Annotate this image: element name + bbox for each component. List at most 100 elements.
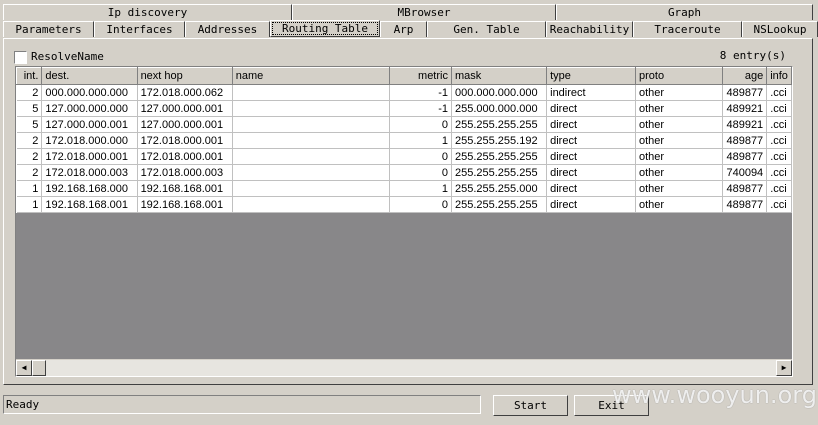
table-cell: 5 — [16, 100, 43, 117]
watermark: www.wooyun.org — [612, 381, 817, 409]
tab-mbrowser[interactable]: MBrowser — [292, 4, 556, 20]
table-cell: .cci — [766, 116, 792, 133]
table-cell: other — [635, 164, 724, 181]
table-cell — [232, 100, 390, 117]
column-header[interactable]: mask — [450, 67, 548, 85]
table-cell: 172.018.000.001 — [41, 148, 138, 165]
tab-parameters[interactable]: Parameters — [3, 21, 94, 37]
tab-ip-discovery[interactable]: Ip discovery — [3, 4, 292, 20]
table-cell: direct — [546, 180, 636, 197]
table-cell: 2 — [16, 164, 43, 181]
tab-interfaces[interactable]: Interfaces — [94, 21, 185, 37]
table-cell: indirect — [546, 84, 636, 101]
horizontal-scrollbar[interactable]: ◀ ▶ — [16, 359, 792, 376]
table-cell: 1 — [389, 180, 452, 197]
entry-count: 8 entry(s) — [719, 49, 786, 62]
table-row[interactable]: 1 192.168.168.000 192.168.168.001 1 255.255.… — [16, 180, 792, 197]
resolve-name-checkbox[interactable] — [14, 51, 27, 64]
table-cell: 172.018.000.003 — [137, 164, 233, 181]
table-cell: 5 — [16, 116, 43, 133]
table-cell: direct — [546, 148, 636, 165]
column-header[interactable]: type — [546, 67, 636, 85]
start-button[interactable]: Start — [493, 395, 568, 416]
table-cell: 127.000.000.001 — [41, 116, 138, 133]
column-header[interactable]: name — [231, 67, 390, 85]
column-header[interactable]: dest. — [41, 67, 138, 85]
table-cell: 172.018.000.000 — [41, 132, 138, 149]
resolve-name-label[interactable]: ResolveName — [31, 50, 104, 63]
tab-gen-table[interactable]: Gen. Table — [427, 21, 546, 37]
table-cell: 255.000.000.000 — [451, 100, 548, 117]
table-cell: 127.000.000.000 — [41, 100, 138, 117]
table-row[interactable]: 2 172.018.000.003 172.018.000.003 0 255.255.… — [16, 164, 792, 181]
table-cell: other — [635, 100, 724, 117]
table-cell: 489877 — [722, 196, 768, 213]
tab-nslookup[interactable]: NSLookup — [742, 21, 818, 37]
table-cell: 489877 — [722, 148, 768, 165]
table-cell: .cci — [766, 164, 792, 181]
tab-addresses[interactable]: Addresses — [185, 21, 270, 37]
table-cell: 255.255.255.255 — [451, 164, 548, 181]
table-cell: 2 — [16, 132, 43, 149]
table-cell: direct — [546, 196, 636, 213]
table-cell: 172.018.000.001 — [137, 148, 233, 165]
column-header[interactable]: metric — [388, 67, 452, 85]
routing-table-grid[interactable]: int. dest. next hop name metric mask type proto… — [15, 66, 793, 377]
table-cell: direct — [546, 164, 636, 181]
table-row[interactable]: 5 127.000.000.000 127.000.000.001 -1 255.000… — [16, 100, 792, 117]
table-cell: 0 — [389, 148, 452, 165]
scroll-thumb[interactable] — [32, 360, 46, 376]
table-cell — [232, 84, 390, 101]
table-cell: 255.255.255.255 — [451, 148, 548, 165]
table-cell: 489921 — [722, 116, 768, 133]
tab-traceroute[interactable]: Traceroute — [633, 21, 742, 37]
table-cell: 000.000.000.000 — [41, 84, 138, 101]
table-cell: .cci — [766, 180, 792, 197]
table-cell: 000.000.000.000 — [451, 84, 548, 101]
table-cell: other — [635, 196, 724, 213]
table-row[interactable]: 1 192.168.168.001 192.168.168.001 0 255.255.… — [16, 196, 792, 213]
table-cell: other — [635, 180, 724, 197]
table-cell: 255.255.255.255 — [451, 116, 548, 133]
tab-row-top: Ip discovery MBrowser Graph — [3, 4, 813, 21]
table-cell: 192.168.168.001 — [137, 180, 233, 197]
table-cell: 1 — [16, 196, 43, 213]
table-cell: 172.018.000.001 — [137, 132, 233, 149]
table-cell: 489921 — [722, 100, 768, 117]
table-cell: direct — [546, 116, 636, 133]
table-row[interactable]: 2 000.000.000.000 172.018.000.062 -1 000.000… — [16, 84, 792, 101]
table-cell: other — [635, 132, 724, 149]
table-cell: 1 — [389, 132, 452, 149]
column-header[interactable]: age — [722, 67, 768, 85]
column-header[interactable]: int. — [16, 67, 43, 85]
table-cell: 489877 — [722, 132, 768, 149]
table-cell: direct — [546, 100, 636, 117]
table-cell: 172.018.000.062 — [137, 84, 233, 101]
table-cell — [232, 132, 390, 149]
table-cell: 1 — [16, 180, 43, 197]
scroll-right-arrow-icon[interactable]: ▶ — [776, 360, 792, 376]
table-row[interactable]: 2 172.018.000.001 172.018.000.001 0 255.255.… — [16, 148, 792, 165]
column-header[interactable]: next hop — [136, 67, 233, 85]
table-cell: 2 — [16, 148, 43, 165]
table-row[interactable]: 2 172.018.000.000 172.018.000.001 1 255.255.… — [16, 132, 792, 149]
table-row[interactable]: 5 127.000.000.001 127.000.000.001 0 255.255.… — [16, 116, 792, 133]
table-cell — [232, 196, 390, 213]
tab-graph[interactable]: Graph — [556, 4, 813, 20]
column-header[interactable]: info — [766, 67, 792, 85]
table-cell: .cci — [766, 132, 792, 149]
table-cell: 255.255.255.255 — [451, 196, 548, 213]
table-cell: .cci — [766, 148, 792, 165]
table-cell: 0 — [389, 196, 452, 213]
table-cell — [232, 116, 390, 133]
table-cell: 192.168.168.001 — [137, 196, 233, 213]
table-cell: other — [635, 84, 724, 101]
table-cell: other — [635, 148, 724, 165]
tab-arp[interactable]: Arp — [380, 21, 427, 37]
tab-reachability[interactable]: Reachability — [546, 21, 633, 37]
scroll-left-arrow-icon[interactable]: ◀ — [16, 360, 32, 376]
tab-routing-table[interactable]: Routing Table — [270, 20, 380, 37]
table-header-row: int. dest. next hop name metric mask type proto… — [16, 67, 792, 85]
column-header[interactable]: proto — [634, 67, 724, 85]
table-cell: 192.168.168.001 — [41, 196, 138, 213]
